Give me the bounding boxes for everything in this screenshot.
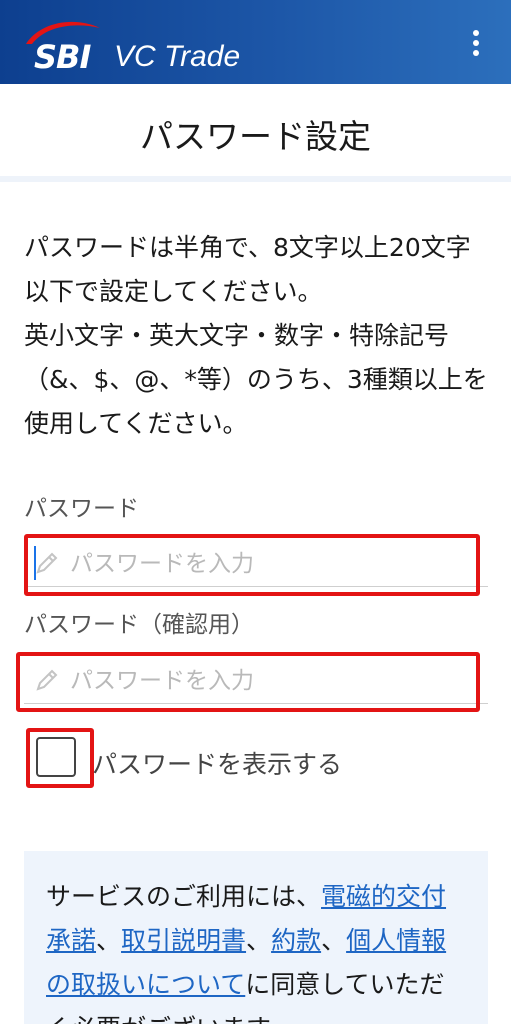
terms-notice-text: サービスのご利用には、電磁的交付承諾、取引説明書、約款、個人情報の取扱いについて… — [46, 875, 466, 1024]
separator: 、 — [246, 926, 272, 955]
password-setup-screen: SBI VC Trade パスワード設定 パスワードは半角で、8文字以上20文字… — [0, 0, 511, 1024]
terms-notice: サービスのご利用には、電磁的交付承諾、取引説明書、約款、個人情報の取扱いについて… — [24, 851, 488, 1024]
more-vertical-icon[interactable] — [466, 30, 486, 60]
terms-and-conditions-link[interactable]: 約款 — [271, 926, 321, 955]
password-rules-description: パスワードは半角で、8文字以上20文字以下で設定してください。 英小文字・英大文… — [24, 226, 494, 446]
title-bar: パスワード設定 — [0, 84, 511, 182]
show-password-label[interactable]: パスワードを表示する — [92, 745, 342, 781]
separator: 、 — [96, 926, 122, 955]
password-confirm-label: パスワード（確認用） — [24, 612, 254, 638]
pencil-icon — [36, 669, 58, 691]
password-character-rule: 英小文字・英大文字・数字・特除記号（&、$、@、*等）のうち、3種類以上を使用し… — [24, 321, 488, 438]
terms-notice-prefix: サービスのご利用には、 — [46, 882, 322, 911]
pencil-icon — [36, 552, 58, 574]
separator: 、 — [321, 926, 347, 955]
password-length-rule: パスワードは半角で、8文字以上20文字以下で設定してください。 — [24, 233, 471, 306]
logo-product-name: VC Trade — [114, 40, 241, 73]
transaction-explanation-link[interactable]: 取引説明書 — [121, 926, 246, 955]
password-label: パスワード — [24, 496, 139, 522]
password-confirm-input[interactable] — [68, 663, 472, 699]
password-input[interactable] — [68, 546, 472, 582]
logo-sbi-text: SBI — [34, 38, 91, 76]
password-confirm-field[interactable] — [24, 655, 488, 704]
app-header: SBI VC Trade — [0, 0, 511, 84]
page-title: パスワード設定 — [140, 117, 371, 156]
show-password-checkbox[interactable] — [36, 737, 76, 777]
password-field[interactable] — [24, 538, 488, 587]
